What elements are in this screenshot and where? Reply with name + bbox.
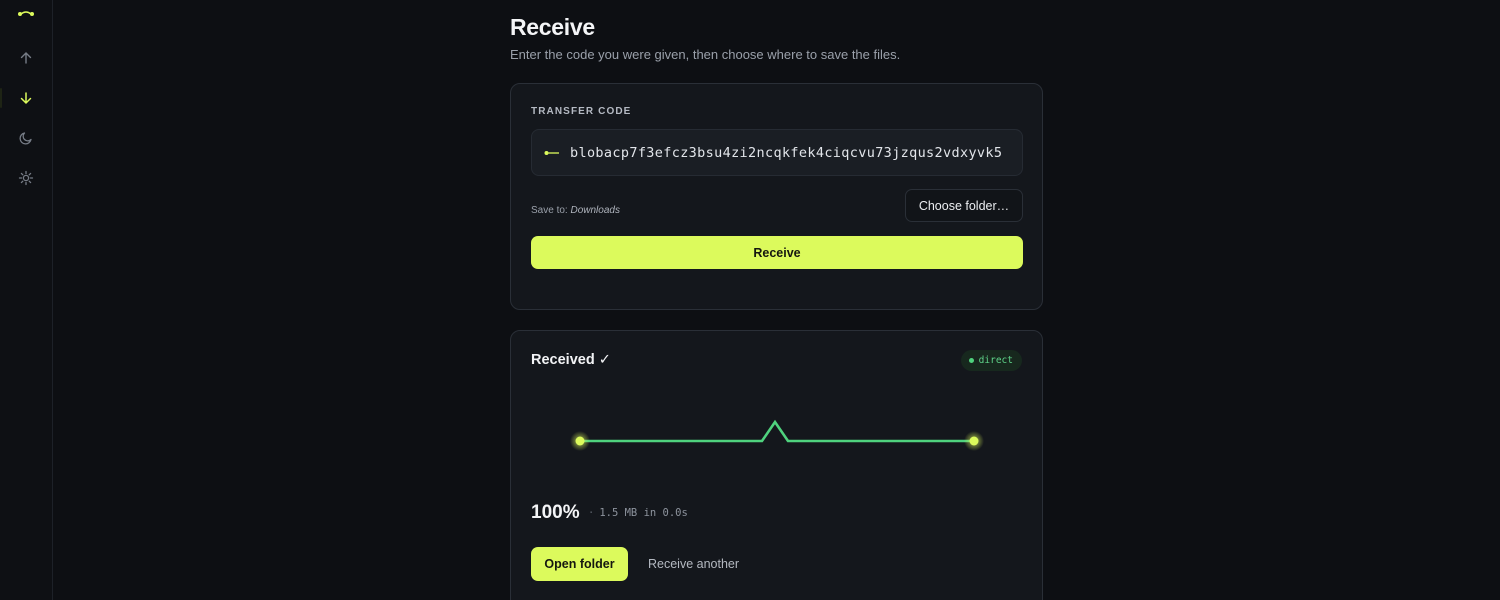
sidebar-item-settings[interactable] <box>14 166 38 190</box>
page-title: Receive <box>510 14 595 40</box>
sidebar <box>0 0 53 600</box>
moon-icon <box>19 132 32 145</box>
progress-percent: 100% <box>531 502 580 523</box>
receive-button[interactable]: Receive <box>531 236 1023 269</box>
receiver-node <box>969 436 979 446</box>
transfer-route-graphic <box>570 419 984 451</box>
app-logo-icon <box>18 11 34 16</box>
app-window: Receive Enter the code you were given, t… <box>0 0 1500 600</box>
arrow-up-icon <box>20 52 32 64</box>
sun-icon <box>18 170 34 186</box>
transfer-code-card: TRANSFER CODE blobacp7f3efcz3bsu4zi2ncqk… <box>510 83 1043 310</box>
save-to-text: Save to: Downloads <box>531 205 620 216</box>
sidebar-item-send[interactable] <box>14 46 38 70</box>
stats-separator: · <box>588 507 595 519</box>
sidebar-item-history[interactable] <box>14 126 38 150</box>
open-folder-button[interactable]: Open folder <box>531 547 628 581</box>
active-nav-indicator <box>0 88 2 108</box>
save-to-folder: Downloads <box>570 205 620 216</box>
connection-status-label: direct <box>978 355 1013 366</box>
receive-another-button[interactable]: Receive another <box>648 557 739 571</box>
transfer-code-input[interactable]: blobacp7f3efcz3bsu4zi2ncqkfek4ciqcvu73jz… <box>531 129 1023 176</box>
arrow-down-icon <box>20 92 32 104</box>
sender-node <box>575 436 585 446</box>
key-icon <box>544 150 559 155</box>
transfer-stats-text: 1.5 MB in 0.0s <box>599 507 688 519</box>
transfer-code-label: TRANSFER CODE <box>531 106 632 117</box>
choose-folder-button[interactable]: Choose folder… <box>905 189 1023 222</box>
received-title: Received ✓ <box>531 352 611 368</box>
transfer-stats: · 1.5 MB in 0.0s <box>588 507 688 519</box>
transfer-code-value: blobacp7f3efcz3bsu4zi2ncqkfek4ciqcvu73jz… <box>570 144 1003 161</box>
connection-status-badge: direct <box>960 350 1022 371</box>
status-dot-icon <box>968 358 974 363</box>
page-subtitle: Enter the code you were given, then choo… <box>510 47 901 62</box>
save-to-label: Save to: <box>531 205 568 216</box>
sidebar-item-receive[interactable] <box>14 86 38 110</box>
received-card: Received ✓ direct 100% · 1.5 MB in 0.0s … <box>510 330 1043 600</box>
